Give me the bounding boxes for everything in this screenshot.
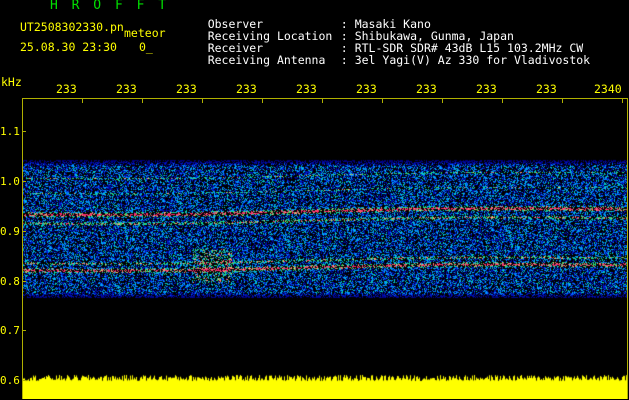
x-tick: 233 [236, 82, 257, 96]
x-tick: 233 [476, 82, 497, 96]
info-row-antenna: Receiving Antenna:3el Yagi(V) Az 330 for… [180, 42, 590, 78]
x-tickmark [622, 98, 623, 103]
datetime-label: 25.08.30 23:30 [20, 40, 117, 54]
x-tick: 233 [296, 82, 317, 96]
x-tickmark [322, 98, 323, 103]
y-tick: 0.6 [0, 374, 20, 387]
y-tickmark [22, 281, 26, 282]
x-tick: 233 [176, 82, 197, 96]
x-tickmark [82, 98, 83, 103]
x-tickmark [502, 98, 503, 103]
hrofft-window: H R O F F T UT2508302330.pn meteor 25.08… [0, 0, 629, 400]
y-tick: 0.7 [0, 324, 20, 337]
meteor-counter: 0_ [139, 40, 153, 54]
x-tickmark [22, 98, 23, 103]
y-tickmark [22, 380, 26, 381]
x-tick: 233 [116, 82, 137, 96]
info-sep: : [340, 53, 348, 67]
info-value: 3el Yagi(V) Az 330 for Vladivostok [354, 53, 591, 67]
x-tick: 233 [536, 82, 557, 96]
x-tickmark [262, 98, 263, 103]
x-tick: 233 [56, 82, 77, 96]
x-tickmark [142, 98, 143, 103]
x-tickmark [382, 98, 383, 103]
y-tickmark [22, 131, 26, 132]
plot-frame [22, 98, 628, 399]
x-tick: 233 [416, 82, 437, 96]
y-axis-unit: kHz [1, 75, 22, 89]
y-tickmark [22, 231, 26, 232]
y-tick: 1.1 [0, 125, 20, 138]
y-tick: 0.8 [0, 275, 20, 288]
y-tick: 0.9 [0, 225, 20, 238]
x-tickmark [562, 98, 563, 103]
x-tickmark [442, 98, 443, 103]
meteor-label: meteor [124, 26, 166, 40]
y-tick: 1.0 [0, 175, 20, 188]
filename-label: UT2508302330.pn [20, 20, 124, 34]
x-tick: 2340 [594, 82, 622, 96]
x-tickmark [202, 98, 203, 103]
x-tick: 233 [356, 82, 377, 96]
y-tickmark [22, 330, 26, 331]
info-key: Receiving Antenna [207, 53, 326, 67]
app-title: H R O F F T [50, 0, 170, 13]
y-tickmark [22, 181, 26, 182]
